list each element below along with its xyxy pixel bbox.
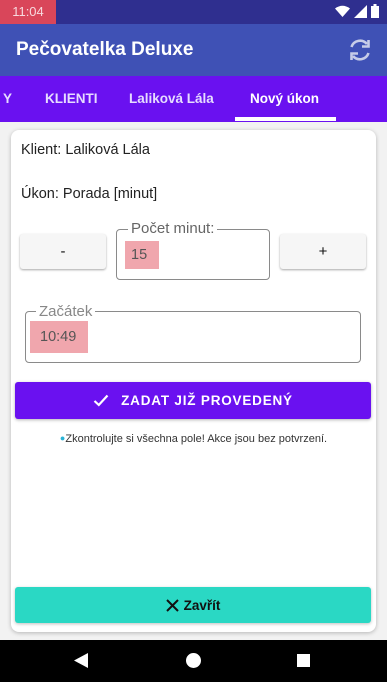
tab-bar: Y KLIENTI Laliková Lála Nový úkon [0, 76, 387, 122]
app-title: Pečovatelka Deluxe [16, 39, 194, 60]
recent-apps-icon[interactable] [297, 654, 310, 667]
battery-icon [371, 4, 379, 18]
status-icons [335, 4, 379, 18]
client-label: Klient: Laliková Lála [21, 142, 150, 158]
app-bar: Pečovatelka Deluxe [0, 24, 387, 76]
status-bar: 11:04 [0, 0, 387, 24]
refresh-icon[interactable] [347, 37, 373, 63]
minutes-value[interactable]: 15 [125, 241, 159, 269]
decrement-button[interactable]: - [20, 234, 106, 269]
increment-button[interactable]: + [280, 234, 366, 269]
hint-text: Zkontrolujte si všechna pole! Akce jsou … [65, 433, 328, 445]
signal-icon [354, 4, 367, 18]
submit-button-label: ZADAT JIŽ PROVEDENÝ [121, 393, 293, 408]
close-button[interactable]: Zavřít [15, 587, 371, 623]
wifi-icon [335, 5, 350, 17]
minutes-field-label: Počet minut: [128, 221, 218, 237]
warning-hint: ●Zkontrolujte si všechna pole! Akce jsou… [0, 433, 387, 445]
home-icon[interactable] [186, 653, 201, 668]
tab-previous[interactable]: Y [3, 76, 12, 122]
submit-done-button[interactable]: ZADAT JIŽ PROVEDENÝ [15, 382, 371, 419]
task-label: Úkon: Porada [minut] [21, 186, 158, 202]
form-card [11, 130, 376, 632]
close-icon [165, 598, 179, 612]
status-time: 11:04 [0, 0, 56, 24]
tab-new-task[interactable]: Nový úkon [250, 76, 319, 122]
start-time-label: Začátek [36, 304, 96, 320]
tab-clients[interactable]: KLIENTI [45, 76, 98, 122]
start-time-value[interactable]: 10:49 [30, 321, 88, 353]
tab-client-detail[interactable]: Laliková Lála [129, 76, 214, 122]
check-icon [93, 394, 109, 407]
tab-indicator [235, 117, 336, 121]
close-button-label: Zavřít [183, 597, 221, 613]
system-nav-bar [0, 640, 387, 682]
back-icon[interactable] [74, 653, 88, 668]
